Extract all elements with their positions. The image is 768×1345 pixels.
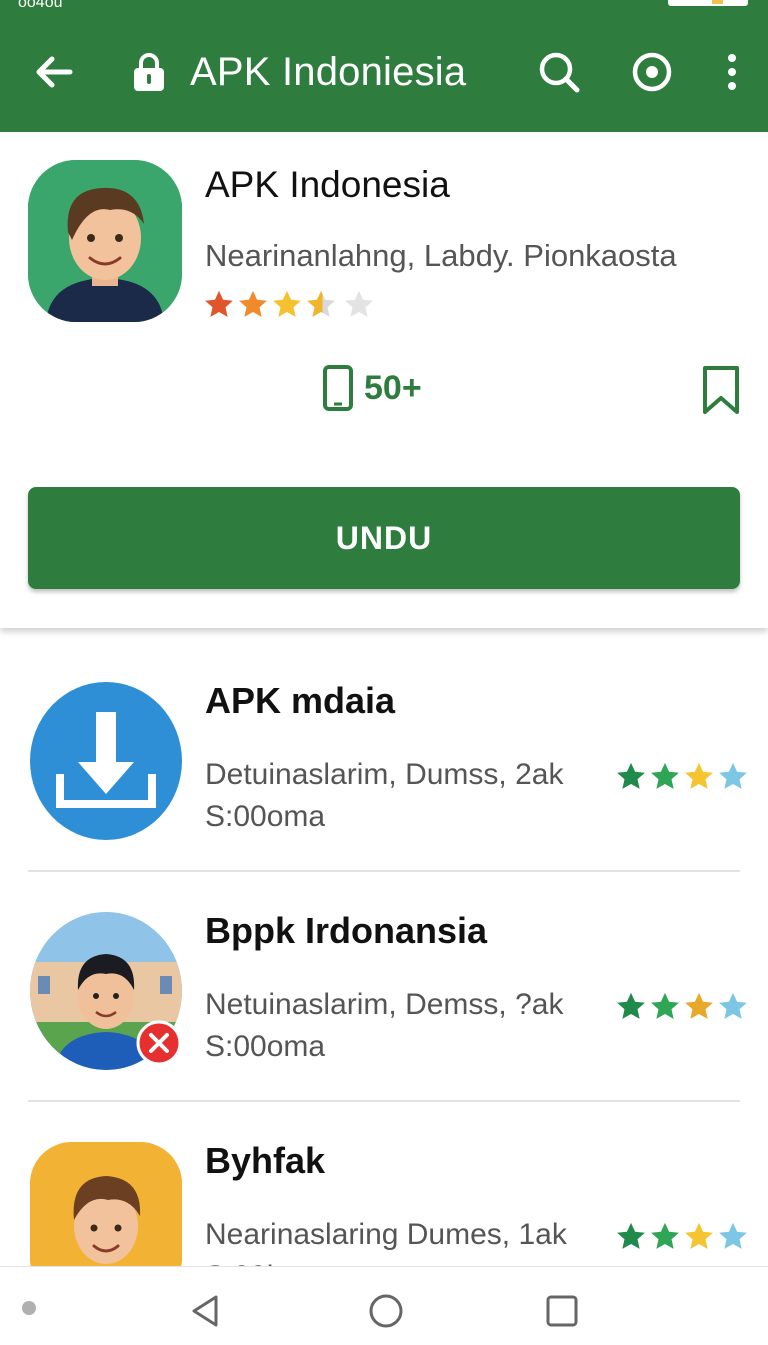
star-icon	[205, 290, 233, 317]
lock-icon	[134, 53, 164, 91]
subtitle-line: Nearinaslaring Dumes, 1ak	[205, 1218, 567, 1251]
list-item[interactable]: APK mdaia Detuinaslarim, Dumss, 2ak S:00…	[0, 642, 768, 872]
installs-label: 50+	[364, 368, 422, 407]
star-icon	[685, 762, 713, 789]
star-icon	[651, 762, 679, 789]
star-icon	[273, 290, 301, 317]
triangle-back-icon[interactable]	[186, 1291, 226, 1331]
rating-stars	[614, 1220, 750, 1254]
app-subtitle: Nearinanlahng, Labdy. Pionkaosta	[205, 238, 677, 273]
app-avatar	[28, 160, 182, 322]
avatar-illustration	[28, 160, 182, 322]
subtitle-line: Detuinaslarim, Dumss, 2ak	[205, 758, 564, 791]
search-icon[interactable]	[537, 50, 581, 94]
star-half-icon	[307, 290, 335, 317]
record-icon[interactable]	[630, 50, 674, 94]
status-bar: oo4ou	[0, 0, 768, 14]
rating-stars	[614, 760, 750, 794]
more-vert-icon[interactable]	[712, 50, 752, 94]
phone-icon	[323, 365, 353, 411]
installs-count: 50+	[322, 364, 422, 412]
list-item-subtitle: Detuinaslarim, Dumss, 2ak S:00oma	[205, 754, 605, 838]
rating-stars	[614, 990, 750, 1024]
square-recent-icon[interactable]	[542, 1291, 582, 1331]
star-empty-icon	[345, 290, 373, 317]
app-bar: oo4ou APK Indoniesia	[0, 0, 768, 132]
page-title: APK Indoniesia	[190, 50, 467, 94]
list-item-title[interactable]: APK mdaia	[205, 680, 395, 722]
battery-icon	[668, 0, 748, 6]
app-title[interactable]: APK Indonesia	[205, 164, 450, 206]
rating-stars	[202, 288, 376, 324]
indicator-dot	[22, 1301, 36, 1315]
star-half-icon	[719, 762, 747, 789]
star-icon	[685, 992, 713, 1019]
download-icon	[30, 682, 182, 840]
star-half-icon	[719, 992, 747, 1019]
star-half-icon	[719, 1222, 747, 1249]
circle-home-icon[interactable]	[366, 1291, 406, 1331]
star-icon	[617, 1222, 645, 1249]
star-icon	[239, 290, 267, 317]
download-button[interactable]: UNDU	[28, 487, 740, 589]
status-time: oo4ou	[18, 0, 63, 11]
subtitle-line: Netuinaslarim, Demss, ?ak	[205, 988, 564, 1021]
system-nav-bar	[0, 1266, 768, 1345]
star-icon	[651, 992, 679, 1019]
list-item-title[interactable]: Bppk Irdonansia	[205, 910, 487, 952]
arrow-left-icon[interactable]	[32, 50, 76, 94]
bookmark-icon[interactable]	[700, 364, 742, 416]
list-item-title[interactable]: Byhfak	[205, 1140, 325, 1182]
subtitle-line: S:00oma	[205, 1030, 326, 1063]
star-icon	[617, 992, 645, 1019]
list-item[interactable]: Bppk Irdonansia Netuinaslarim, Demss, ?a…	[0, 872, 768, 1102]
star-icon	[651, 1222, 679, 1249]
list-item-subtitle: Netuinaslarim, Demss, ?ak S:00oma	[205, 984, 605, 1068]
close-badge-icon	[136, 1020, 182, 1066]
star-icon	[617, 762, 645, 789]
star-icon	[685, 1222, 713, 1249]
featured-app-card[interactable]: APK Indonesia Nearinanlahng, Labdy. Pion…	[0, 132, 768, 628]
subtitle-line: S:00oma	[205, 800, 326, 833]
status-icons	[668, 0, 748, 6]
